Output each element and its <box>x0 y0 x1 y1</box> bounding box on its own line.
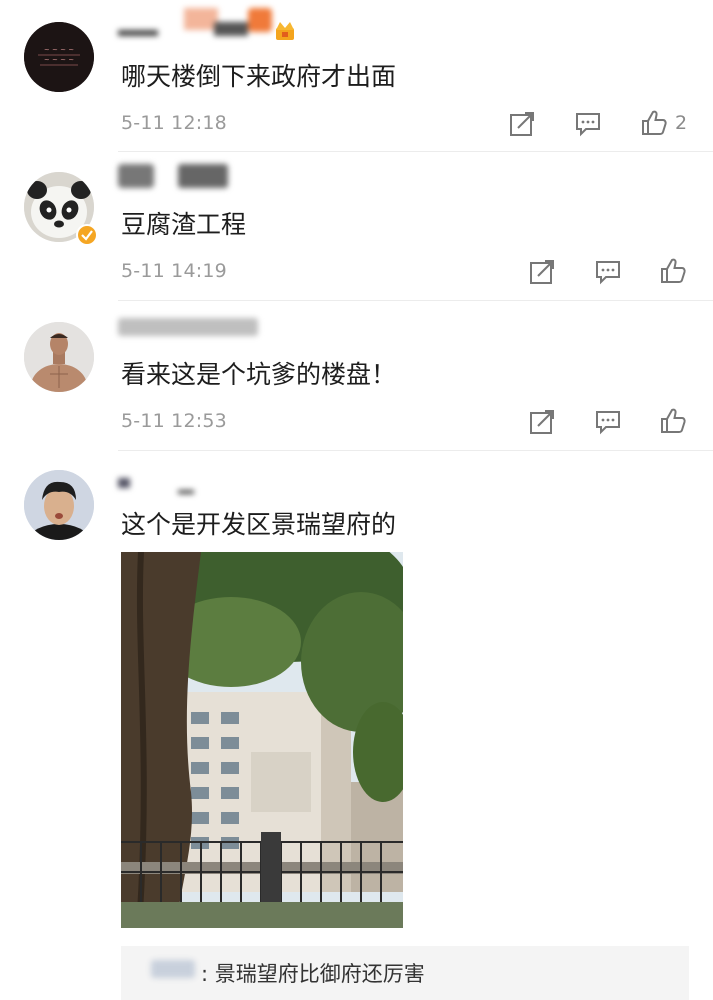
username-blurred <box>118 8 288 38</box>
verified-badge-icon <box>76 224 98 246</box>
comment-item: ~ ~ ~ ~ ~ ~ ~ ~ 哪天楼倒下来政府才出面 5-11 12:18 2 <box>0 0 713 152</box>
share-icon[interactable] <box>528 258 556 286</box>
like-count: 2 <box>675 112 688 134</box>
comment-item: 豆腐渣工程 5-11 14:19 <box>0 152 713 302</box>
reply-preview[interactable]: : 景瑞望府比御府还厉害 <box>121 946 689 1000</box>
comment-item: 这个是开发区景瑞望府的: 景瑞望府比御府还厉害 <box>0 452 713 1000</box>
comment-photo[interactable] <box>121 552 403 928</box>
comment-text: 这个是开发区景瑞望府的 <box>121 510 397 539</box>
divider <box>118 300 713 301</box>
crown-badge-icon <box>274 20 296 42</box>
thumbs-up-icon[interactable] <box>659 257 687 285</box>
thumbs-up-icon[interactable] <box>659 407 687 435</box>
comment-icon[interactable] <box>594 408 622 436</box>
avatar[interactable] <box>24 322 94 392</box>
divider <box>118 450 713 451</box>
username-blurred <box>118 468 208 498</box>
svg-text:~ ~ ~ ~: ~ ~ ~ ~ <box>44 46 74 54</box>
avatar[interactable]: ~ ~ ~ ~ ~ ~ ~ ~ <box>24 22 94 92</box>
share-icon[interactable] <box>528 408 556 436</box>
username-blurred <box>118 162 238 192</box>
comment-time: 5-11 14:19 <box>121 260 227 282</box>
share-icon[interactable] <box>508 110 536 138</box>
username-blurred <box>118 314 268 344</box>
avatar[interactable] <box>24 470 94 540</box>
username-blurred <box>151 960 195 978</box>
comment-time: 5-11 12:53 <box>121 410 227 432</box>
comment-text: 哪天楼倒下来政府才出面 <box>121 62 397 91</box>
comment-icon[interactable] <box>574 110 602 138</box>
comment-icon[interactable] <box>594 258 622 286</box>
svg-text:~ ~ ~ ~: ~ ~ ~ ~ <box>44 56 74 64</box>
comment-text: 豆腐渣工程 <box>121 210 247 239</box>
reply-text: : 景瑞望府比御府还厉害 <box>201 962 425 986</box>
comment-time: 5-11 12:18 <box>121 112 227 134</box>
thumbs-up-icon[interactable] <box>640 109 668 137</box>
comment-text: 看来这是个坑爹的楼盘！ <box>121 360 397 389</box>
comment-item: 看来这是个坑爹的楼盘！ 5-11 12:53 <box>0 302 713 452</box>
